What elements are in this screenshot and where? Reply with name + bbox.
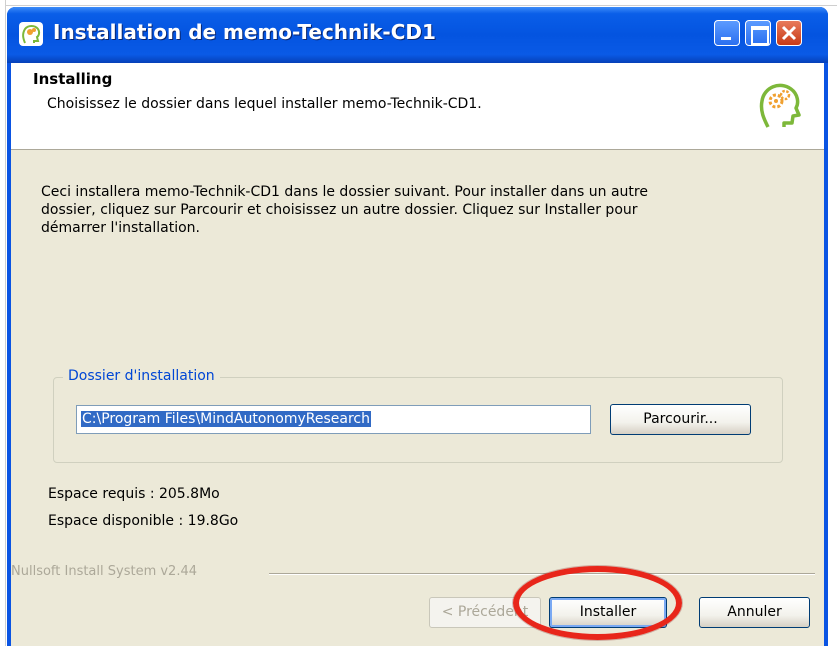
installer-window: Installation de memo-Technik-CD1 Install…: [7, 7, 828, 646]
instructions-text: Ceci installera memo-Technik-CD1 dans le…: [41, 183, 741, 237]
space-available-text: Espace disponible : 19.8Go: [48, 513, 239, 529]
maximize-button[interactable]: [745, 20, 771, 46]
install-path-input[interactable]: C:\Program Files\MindAutonomyResearch: [76, 405, 591, 434]
instructions-line: dossier, cliquez sur Parcourir et choisi…: [41, 202, 638, 218]
title-bar[interactable]: Installation de memo-Technik-CD1: [7, 7, 828, 63]
minimize-button[interactable]: [714, 20, 740, 46]
close-icon: [781, 25, 797, 41]
branding-text: Nullsoft Install System v2.44: [11, 564, 198, 579]
space-required-text: Espace requis : 205.8Mo: [48, 486, 220, 502]
page-title: Installing: [33, 70, 113, 88]
cancel-button[interactable]: Annuler: [699, 597, 810, 628]
head-gears-icon[interactable]: [19, 22, 43, 46]
background-edge-top: [0, 0, 837, 6]
browse-button[interactable]: Parcourir...: [610, 404, 751, 435]
head-gears-icon: [754, 77, 802, 129]
install-path-value: C:\Program Files\MindAutonomyResearch: [81, 411, 371, 427]
instructions-line: Ceci installera memo-Technik-CD1 dans le…: [41, 184, 648, 200]
install-highlight-circle: [513, 566, 682, 640]
instructions-line: démarrer l'installation.: [41, 220, 200, 236]
install-folder-group-label: Dossier d'installation: [63, 368, 220, 384]
page-subtitle: Choisissez le dossier dans lequel instal…: [47, 96, 482, 112]
window-title: Installation de memo-Technik-CD1: [53, 20, 436, 44]
page-header: Installing Choisissez le dossier dans le…: [11, 63, 824, 150]
close-button[interactable]: [776, 20, 802, 46]
dialog-client-area: Installing Choisissez le dossier dans le…: [11, 63, 824, 646]
background-edge-left: [0, 0, 6, 646]
